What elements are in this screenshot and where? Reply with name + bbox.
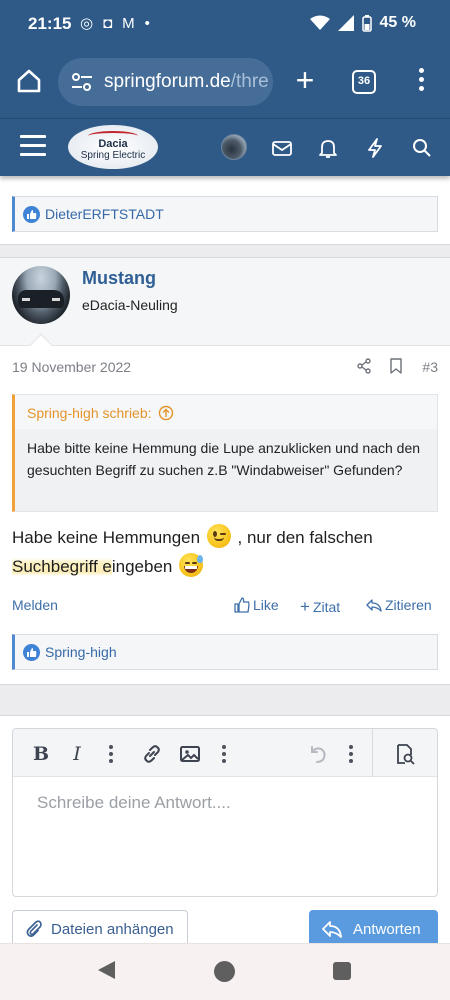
sweat-smile-emoji-icon — [179, 553, 204, 577]
battery-percent: 45 % — [379, 14, 416, 31]
browser-menu-icon[interactable] — [414, 68, 428, 96]
like-reaction-icon — [23, 205, 40, 223]
browser-toolbar: springforum.de/thre + 36 — [0, 48, 450, 118]
reply-icon — [366, 599, 382, 612]
tab-switcher-button[interactable]: 36 — [352, 70, 376, 94]
new-tab-icon[interactable]: + — [291, 64, 319, 96]
url-bar[interactable]: springforum.de/thre — [58, 58, 273, 106]
editor-placeholder: Schreibe deine Antwort.... — [37, 793, 231, 812]
signal-icon — [337, 15, 354, 31]
mail-icon: M — [122, 15, 135, 32]
author-avatar[interactable] — [12, 266, 70, 324]
author-name[interactable]: Mustang — [82, 268, 156, 289]
reply-label: Antworten — [353, 920, 421, 938]
link-icon[interactable] — [141, 743, 163, 765]
like-reaction-icon — [23, 643, 40, 661]
reply-editor[interactable]: B I Schreibe deine Antwort.... — [12, 728, 438, 897]
post-text-4: ingeben — [111, 557, 173, 576]
forum-header: Dacia Spring Electric — [0, 118, 450, 176]
battery-icon — [361, 14, 372, 32]
report-link[interactable]: Melden — [12, 597, 58, 613]
quote-text: Habe bitte keine Hemmung die Lupe anzukl… — [27, 440, 421, 478]
author-title: eDacia-Neuling — [82, 297, 178, 313]
quote-author[interactable]: Spring-high schrieb: — [27, 405, 152, 421]
logo-subtitle: Spring Electric — [80, 150, 146, 161]
lightning-icon[interactable] — [364, 137, 386, 159]
post-text-1: Habe keine Hemmungen — [12, 528, 201, 547]
post-actions: Melden Like + Zitat Zitieren — [12, 597, 438, 617]
arrow-up-circle-icon[interactable] — [158, 405, 174, 421]
system-navigation-bar — [0, 943, 450, 1000]
toolbar-divider — [372, 729, 373, 777]
status-bar: 21:15 ◎ ◘ M • 45 % — [0, 0, 450, 48]
like-label: Like — [253, 597, 279, 613]
post-date[interactable]: 19 November 2022 — [12, 359, 131, 375]
url-path: /thre — [230, 71, 269, 92]
back-icon[interactable] — [98, 961, 115, 979]
preview-icon[interactable] — [394, 743, 416, 765]
bell-icon[interactable] — [317, 137, 339, 159]
image-icon[interactable] — [179, 743, 201, 765]
avatar-car-lamp-right — [52, 298, 60, 301]
reply-quote-label: Zitieren — [385, 597, 432, 613]
reaction-bar-post[interactable]: Spring-high — [12, 634, 438, 670]
post-text-2: , nur den falschen — [237, 528, 373, 547]
post-body: Habe keine Hemmungen , nur den falschen … — [12, 523, 438, 581]
logo-brand: Dacia — [98, 138, 128, 150]
editor-toolbar: B I — [13, 729, 437, 777]
inbox-icon[interactable] — [271, 137, 293, 159]
quote-label: Zitat — [312, 599, 341, 615]
quote-header[interactable]: Spring-high schrieb: — [27, 405, 174, 421]
post-separator — [0, 244, 450, 258]
post-meta: 19 November 2022 #3 — [12, 358, 438, 376]
reply-quote-button[interactable]: Zitieren — [366, 597, 432, 613]
share-icon[interactable] — [356, 358, 372, 374]
site-settings-icon[interactable] — [70, 72, 94, 92]
plus-icon: + — [300, 597, 310, 616]
recent-apps-icon[interactable] — [333, 962, 351, 980]
user-avatar[interactable] — [221, 134, 247, 160]
more-options-icon[interactable] — [349, 745, 353, 763]
status-time: 21:15 — [28, 14, 72, 33]
quote-button[interactable]: + Zitat — [300, 597, 340, 617]
paperclip-icon — [26, 920, 42, 937]
italic-button[interactable]: I — [66, 743, 88, 765]
search-icon[interactable] — [411, 137, 433, 159]
bold-button[interactable]: B — [30, 743, 52, 765]
reaction-user-link[interactable]: Spring-high — [45, 644, 117, 660]
notification-icons: ◎ ◘ M • — [80, 14, 150, 34]
forum-logo[interactable]: Dacia Spring Electric — [68, 125, 158, 169]
wifi-icon — [309, 15, 330, 30]
bookmark-icon[interactable] — [389, 358, 403, 374]
home-icon[interactable] — [16, 68, 42, 94]
thumbs-up-icon — [234, 597, 250, 613]
shield-icon: ◘ — [103, 15, 113, 32]
location-icon: ◎ — [80, 15, 94, 32]
system-icons: 45 % — [309, 14, 416, 32]
post-separator — [0, 684, 450, 716]
reaction-user-link[interactable]: DieterERFTSTADT — [45, 206, 164, 222]
attach-files-label: Dateien anhängen — [51, 920, 174, 938]
post-text-3: Suchbegriff e — [12, 557, 112, 576]
reply-icon — [322, 921, 342, 938]
more-text-options-icon[interactable] — [109, 745, 113, 763]
post-number[interactable]: #3 — [422, 359, 438, 375]
like-button[interactable]: Like — [234, 597, 279, 613]
more-insert-options-icon[interactable] — [222, 745, 226, 763]
avatar-car-lamp-left — [22, 298, 30, 301]
post-user-block — [0, 258, 450, 346]
quote-block: Spring-high schrieb: Habe bitte keine He… — [12, 394, 438, 512]
home-circle-icon[interactable] — [214, 961, 235, 982]
url-host: springforum.de — [104, 71, 231, 92]
reaction-bar-previous[interactable]: DieterERFTSTADT — [12, 196, 438, 232]
hamburger-menu-icon[interactable] — [20, 135, 46, 159]
dot-icon: • — [144, 15, 150, 32]
wink-emoji-icon — [206, 524, 231, 548]
undo-icon[interactable] — [307, 743, 329, 765]
